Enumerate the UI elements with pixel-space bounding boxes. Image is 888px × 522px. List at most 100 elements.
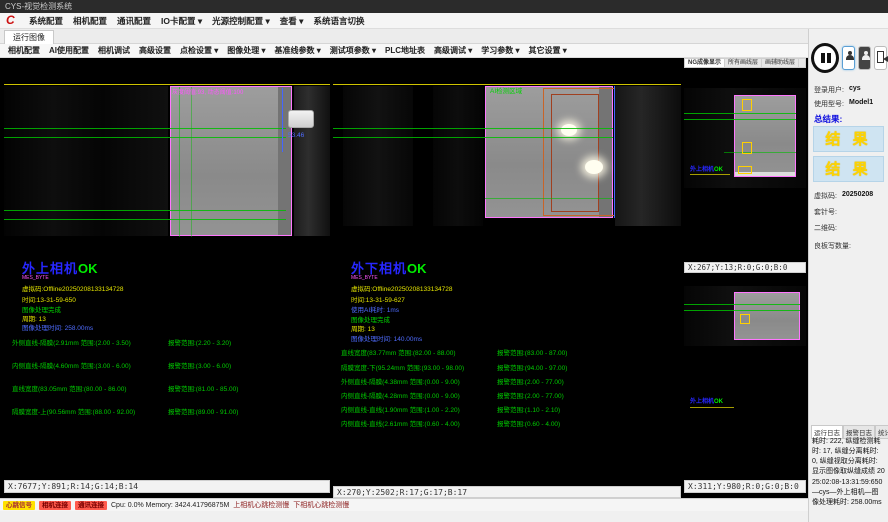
toolbar-advanced-debug[interactable]: 高级调试 ▾ xyxy=(434,45,472,56)
tab-run-image[interactable]: 运行图像 xyxy=(4,30,54,44)
result-display-box-1: 结 果 xyxy=(813,126,884,152)
toolbar-camera-debug[interactable]: 相机调试 xyxy=(98,45,130,56)
login-user-value: cys xyxy=(849,85,861,92)
time-line: 时间:13-31-59-627 xyxy=(351,294,405,304)
window-title: CYS-视觉检测系统 xyxy=(5,2,72,11)
pause-icon xyxy=(827,53,831,63)
result-display-box-2: 结 果 xyxy=(813,156,884,182)
scene-background-texture xyxy=(343,86,413,226)
measurement-row: 外侧直线-隔膜(2.91mm 范围:(2.00 - 3.50) 报警范围:(2.… xyxy=(4,337,330,347)
menu-bar: C 系统配置 相机配置 通讯配置 IO卡配置 ▾ 光源控制配置 ▾ 查看 ▾ 系… xyxy=(0,13,888,29)
measurement-text: 内侧直线-隔膜(4.28mm 范围:(0.00 - 9.00) xyxy=(341,390,460,400)
menu-item-light-config[interactable]: 光源控制配置 ▾ xyxy=(212,15,270,27)
coords-readout-small-bottom: X:311;Y:980;R:0;G:0;B:0 xyxy=(684,480,806,493)
measurement-row: 内侧直线-隔膜(4.28mm 范围:(0.00 - 9.00) 报警范围:(2.… xyxy=(333,390,681,400)
measurement-text: 内侧直线-直线(2.61mm 范围:(0.60 - 4.00) xyxy=(341,418,460,428)
small-view-tabbar: NG成像显示 所有画线层 画辅助线层 xyxy=(684,58,806,68)
mini-ok-badge: OK xyxy=(714,399,723,405)
overlay-line-green xyxy=(4,128,286,129)
menu-item-language[interactable]: 系统语言切换 xyxy=(313,15,364,27)
alarm-range-text: 报警范围:(1.10 - 2.10) xyxy=(497,404,560,414)
menu-item-comm-config[interactable]: 通讯配置 xyxy=(117,15,151,27)
camera-name: 外上相机 xyxy=(22,261,78,276)
result-ok-badge: OK xyxy=(407,261,427,276)
overlay-line-blue xyxy=(614,86,615,218)
tab-ng-display[interactable]: NG成像显示 xyxy=(685,59,725,67)
model-label: 使用型号: xyxy=(814,99,844,109)
mes-byte-label: MES_BYTE xyxy=(351,275,378,281)
cpu-memory-readout: Cpu: 0.0% Memory: 3424.41796875M xyxy=(111,502,229,509)
overlay-baseline-yellow xyxy=(4,84,330,85)
coords-readout-mid: X:270;Y:2502;R:17;G:17;B:17 xyxy=(333,486,681,498)
toolbar: 相机配置 AI使用配置 相机调试 高级设置 点检设置 ▾ 图像处理 ▾ 基准线参… xyxy=(0,44,808,58)
side-panel: 登录用户: cys 使用型号: Model1 总结果: 结 果 结 果 虚拟码:… xyxy=(808,29,888,522)
toolbar-test-params[interactable]: 测试项参数 ▾ xyxy=(330,45,376,56)
user-switch-button[interactable] xyxy=(842,46,855,70)
menu-item-view[interactable]: 查看 ▾ xyxy=(280,15,304,27)
comm-connect-badge: 通讯连接 xyxy=(75,501,107,510)
menu-item-io-config[interactable]: IO卡配置 ▾ xyxy=(161,15,202,27)
measurement-text: 隔膜宽度-下(95.24mm 范围:(93.00 - 98.00) xyxy=(341,362,464,372)
control-button-row xyxy=(811,41,887,75)
pause-icon xyxy=(821,53,825,63)
camera-view-upper-outer[interactable]: 灰度阈值:93, 动态阈值:100 53.46 外上相机OK MES_BYTE … xyxy=(4,58,330,480)
toolbar-baseline-params[interactable]: 基准线参数 ▾ xyxy=(275,45,321,56)
alarm-range-text: 报警范围:(3.00 - 6.00) xyxy=(168,360,231,370)
weld-glow xyxy=(561,124,577,136)
toolbar-learning-params[interactable]: 学习参数 ▾ xyxy=(481,45,519,56)
toolbar-advanced-settings[interactable]: 高级设置 xyxy=(139,45,171,56)
user-dark-icon xyxy=(862,51,870,59)
roi-box-yellow xyxy=(738,166,752,174)
mini-result-text: 外上相机OK xyxy=(690,396,723,405)
measurement-row: 内侧直线-隔膜(4.60mm 范围:(3.00 - 6.00) 报警范围:(3.… xyxy=(4,360,330,370)
overlay-line-green xyxy=(191,87,192,237)
login-user-label: 登录用户: xyxy=(814,85,844,95)
menu-item-camera-config[interactable]: 相机配置 xyxy=(73,15,107,27)
mini-camera-name: 外上相机 xyxy=(690,399,714,405)
tab-strip: 运行图像 xyxy=(0,29,888,44)
camera-name: 外下相机 xyxy=(351,261,407,276)
toolbar-plc-address[interactable]: PLC地址表 xyxy=(385,45,425,56)
model-value: Model1 xyxy=(849,99,873,106)
small-camera-view-bottom[interactable]: 外上相机OK xyxy=(684,276,806,480)
cycle-line: 周期: 13 xyxy=(351,323,375,333)
toolbar-image-processing[interactable]: 图像处理 ▾ xyxy=(227,45,265,56)
total-result-label: 总结果: xyxy=(814,113,842,125)
camera-view-lower-outer[interactable]: AI检测区域 外下相机OK MES_BYTE 虚拟码:Offline202502… xyxy=(333,58,681,486)
alarm-range-text: 报警范围:(2.00 - 77.00) xyxy=(497,376,564,386)
virtual-code-line: 虚拟码:Offline20250208133134728 xyxy=(351,283,452,293)
ai-detect-box-red xyxy=(551,94,599,212)
alarm-range-text: 报警范围:(0.60 - 4.00) xyxy=(497,418,560,428)
operator-button[interactable] xyxy=(858,46,871,70)
virtual-code-value: 20250208 xyxy=(842,191,873,198)
measure-value-overlay: 53.46 xyxy=(288,132,304,139)
measurement-row: 直线宽度(83.05mm 范围:(80.00 - 86.00) 报警范围:(81… xyxy=(4,383,330,393)
tab-all-lines[interactable]: 所有画线层 xyxy=(725,59,762,67)
alarm-range-text: 报警范围:(83.00 - 87.00) xyxy=(497,347,567,357)
ai-region-label: AI检测区域 xyxy=(490,85,522,95)
mini-camera-name: 外上相机 xyxy=(690,167,714,173)
pause-button[interactable] xyxy=(811,43,839,73)
alarm-range-text: 报警范围:(89.00 - 91.00) xyxy=(168,406,238,416)
measurement-row: 内侧直线-直线(1.90mm 范围:(1.00 - 2.20) 报警范围:(1.… xyxy=(333,404,681,414)
overlay-line-green xyxy=(684,310,800,311)
scene-background-texture xyxy=(294,86,330,236)
toolbar-spot-check[interactable]: 点检设置 ▾ xyxy=(180,45,218,56)
measurement-text: 直线宽度(83.77mm 范围:(82.00 - 88.00) xyxy=(341,347,456,357)
measurement-text: 内侧直线-隔膜(4.60mm 范围:(3.00 - 6.00) xyxy=(12,360,131,370)
alarm-range-text: 报警范围:(94.00 - 97.00) xyxy=(497,362,567,372)
tab-aux-lines[interactable]: 画辅助线层 xyxy=(762,59,799,67)
exit-button[interactable] xyxy=(874,46,887,70)
toolbar-other-settings[interactable]: 其它设置 ▾ xyxy=(529,45,567,56)
needle-number-label: 套针号: xyxy=(814,207,837,217)
small-camera-view-top[interactable]: 外上相机OK xyxy=(684,68,806,262)
toolbar-camera-config[interactable]: 相机配置 xyxy=(8,45,40,56)
virtual-code-line: 虚拟码:Offline20250208133134728 xyxy=(22,283,123,293)
mes-byte-label: MES_BYTE xyxy=(22,275,49,281)
alarm-range-text: 报警范围:(2.00 - 77.00) xyxy=(497,390,564,400)
menu-item-system-config[interactable]: 系统配置 xyxy=(29,15,63,27)
scene-background-texture xyxy=(433,86,483,226)
overlay-line-green xyxy=(684,304,800,305)
overlay-line-green xyxy=(4,219,286,220)
toolbar-ai-config[interactable]: AI使用配置 xyxy=(49,45,89,56)
